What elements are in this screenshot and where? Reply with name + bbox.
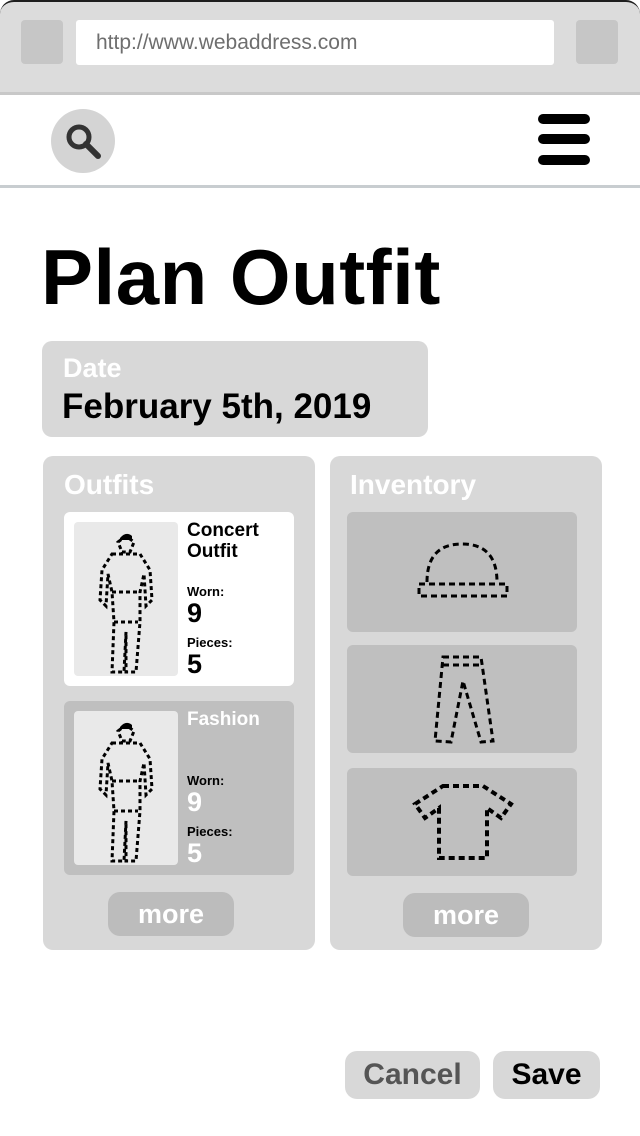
page-title: Plan Outfit <box>41 233 441 321</box>
chrome-divider <box>0 92 640 95</box>
hamburger-line <box>538 134 590 144</box>
worn-label: Worn: <box>187 584 225 599</box>
outfit-name: Fashion <box>187 709 260 730</box>
back-button[interactable] <box>21 20 63 64</box>
worn-label: Worn: <box>187 773 225 788</box>
inventory-title: Inventory <box>350 469 477 500</box>
outfit-figure-icon <box>98 722 154 863</box>
pieces-value: 5 <box>187 649 203 679</box>
inventory-item-hat[interactable] <box>347 512 577 632</box>
url-bar[interactable]: http://www.webaddress.com <box>76 20 554 65</box>
date-label: Date <box>63 353 122 383</box>
shirt-icon <box>412 784 514 860</box>
pieces-value: 5 <box>187 838 203 868</box>
inventory-item-pants[interactable] <box>347 645 577 753</box>
outfit-image <box>74 522 178 676</box>
outfit-image <box>74 711 178 865</box>
search-icon <box>66 124 101 159</box>
worn-value: 9 <box>187 598 203 628</box>
outfit-name: Concert Outfit <box>187 520 259 562</box>
nav-divider <box>0 185 640 188</box>
outfits-more-button[interactable]: more <box>108 892 234 936</box>
outfits-title: Outfits <box>64 469 155 500</box>
menu-button[interactable] <box>538 112 590 168</box>
hat-icon <box>417 542 509 598</box>
search-button[interactable] <box>51 109 115 173</box>
pants-icon <box>433 655 495 744</box>
cancel-button[interactable]: Cancel <box>345 1051 480 1099</box>
outfit-card-concert[interactable]: Concert Outfit Worn: 9 Pieces: 5 <box>64 512 294 686</box>
outfits-panel: Outfits Concert Outfit Worn: 9 Pieces: 5 <box>43 456 315 950</box>
outfit-figure-icon <box>98 533 154 674</box>
inventory-panel: Inventory more <box>330 456 602 950</box>
save-button[interactable]: Save <box>493 1051 600 1099</box>
inventory-item-shirt[interactable] <box>347 768 577 876</box>
date-value: February 5th, 2019 <box>62 387 372 426</box>
date-card[interactable]: Date February 5th, 2019 <box>42 341 428 437</box>
hamburger-menu-icon <box>538 114 590 124</box>
pieces-label: Pieces: <box>187 824 233 839</box>
worn-value: 9 <box>187 787 203 817</box>
pieces-label: Pieces: <box>187 635 233 650</box>
outfit-card-fashion[interactable]: Fashion Worn: 9 Pieces: 5 <box>64 701 294 875</box>
forward-button[interactable] <box>576 20 618 64</box>
hamburger-line <box>538 155 590 165</box>
inventory-more-button[interactable]: more <box>403 893 529 937</box>
